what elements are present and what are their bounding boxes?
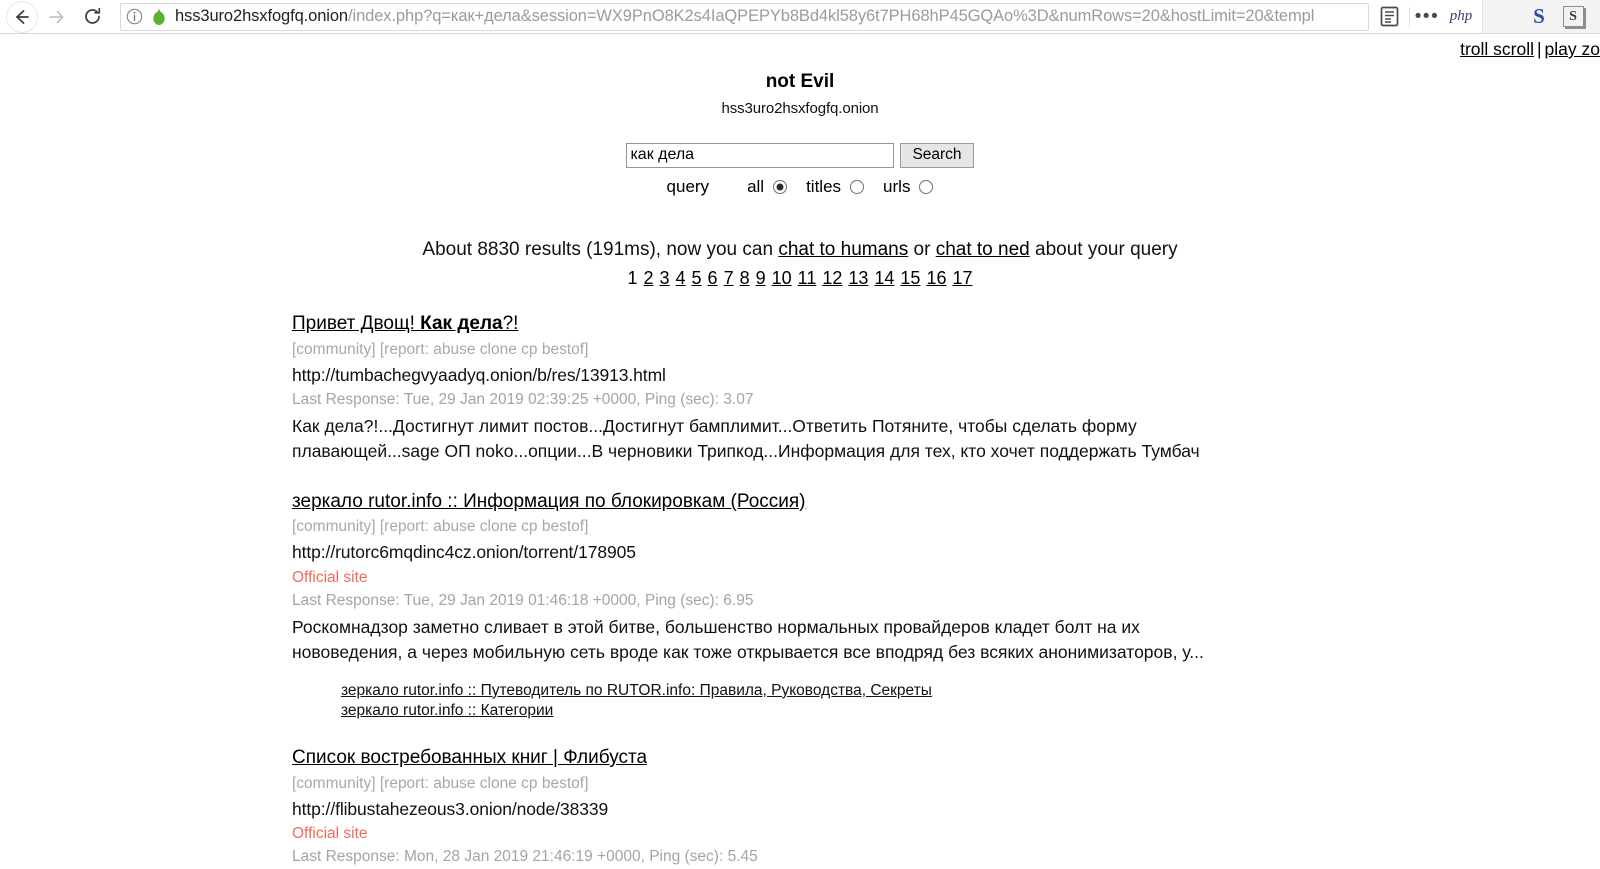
- result-spacer: [292, 479, 1590, 489]
- url-host: hss3uro2hsxfogfq.onion: [175, 7, 349, 25]
- result-sublinks: зеркало rutor.info :: Путеводитель по RU…: [292, 681, 1590, 721]
- reader-view-button[interactable]: [1369, 0, 1409, 33]
- url-text: hss3uro2hsxfogfq.onion/index.php?q=как+д…: [171, 7, 1368, 26]
- site-header: not Evil hss3uro2hsxfogfq.onion: [0, 34, 1600, 117]
- skype-s-icon: S: [1533, 4, 1545, 28]
- result-title-link[interactable]: Привет Двощ! Как дела?!: [292, 311, 518, 337]
- onion-site-icon: [147, 7, 171, 27]
- radio-urls[interactable]: [919, 179, 934, 194]
- onion-glyph: [153, 8, 165, 25]
- page-title: not Evil: [765, 71, 835, 92]
- troll-scroll-link[interactable]: troll scroll: [1460, 39, 1534, 59]
- result-tags[interactable]: [community] [report: abuse clone cp best…: [292, 338, 1590, 362]
- reload-button[interactable]: [74, 2, 110, 32]
- result-official-badge: Official site: [292, 825, 368, 843]
- search-row: Search: [626, 142, 974, 168]
- browser-toolbar: hss3uro2hsxfogfq.onion/index.php?q=как+д…: [0, 0, 1600, 33]
- search-result: Список востребованных книг | Флибуста [co…: [292, 745, 1590, 869]
- result-spacer: [292, 735, 1590, 745]
- forward-button[interactable]: [38, 2, 74, 32]
- query-label: query: [666, 176, 710, 196]
- result-snippet: Как дела?!...Достигнут лимит постов...До…: [292, 415, 1200, 462]
- result-meta: Last Response: Tue, 29 Jan 2019 02:39:25…: [292, 390, 754, 408]
- url-bar[interactable]: hss3uro2hsxfogfq.onion/index.php?q=как+д…: [120, 2, 1369, 31]
- pagination-page-4[interactable]: 4: [676, 268, 686, 288]
- overflow-menu-button[interactable]: •••: [1410, 0, 1444, 33]
- extension-second-button[interactable]: S: [1556, 0, 1590, 33]
- top-right-links: troll scroll | play zo: [1460, 39, 1600, 60]
- pagination-page-10[interactable]: 10: [772, 268, 792, 288]
- php-icon: php: [1449, 8, 1473, 24]
- option-label-all: all: [747, 176, 765, 196]
- result-sublink[interactable]: зеркало rutor.info :: Путеводитель по RU…: [341, 681, 1590, 701]
- pagination-page-15[interactable]: 15: [900, 268, 920, 288]
- result-meta: Last Response: Tue, 29 Jan 2019 01:46:18…: [292, 591, 754, 609]
- pagination-current: 1: [627, 267, 638, 288]
- results-summary-suffix: about your query: [1029, 238, 1178, 260]
- pagination-page-7[interactable]: 7: [724, 268, 734, 288]
- results-summary: About 8830 results (191ms), now you can …: [0, 239, 1600, 261]
- pagination-page-11[interactable]: 11: [798, 268, 817, 288]
- result-url[interactable]: http://rutorc6mqdinc4cz.onion/torrent/17…: [292, 540, 1590, 565]
- search-input[interactable]: [626, 142, 895, 168]
- option-label-titles: titles: [806, 176, 842, 196]
- reload-icon: [84, 7, 100, 24]
- chat-to-ned-link[interactable]: chat to ned: [936, 239, 1030, 260]
- site-onion-address: hss3uro2hsxfogfq.onion: [721, 99, 879, 117]
- page-content: troll scroll | play zo not Evil hss3uro2hs…: [0, 34, 1600, 869]
- chat-to-humans-link[interactable]: chat to humans: [778, 239, 908, 260]
- second-s-icon: S: [1562, 6, 1584, 27]
- results-list: Привет Двощ! Как дела?! [community] [repo…: [0, 311, 1600, 869]
- reader-view-icon: [1380, 6, 1398, 27]
- pagination-page-3[interactable]: 3: [660, 268, 670, 288]
- radio-all[interactable]: [773, 179, 788, 194]
- result-meta: Last Response: Mon, 28 Jan 2019 21:46:19…: [292, 848, 758, 866]
- pagination-page-2[interactable]: 2: [643, 268, 653, 288]
- pagination-page-5[interactable]: 5: [692, 268, 702, 288]
- play-zork-link[interactable]: play zo: [1545, 39, 1600, 59]
- result-url[interactable]: http://tumbachegvyaadyq.onion/b/res/1391…: [292, 363, 1590, 388]
- search-button[interactable]: Search: [900, 142, 974, 168]
- result-title-link[interactable]: Список востребованных книг | Флибуста: [292, 745, 647, 771]
- result-official-badge: Official site: [292, 568, 368, 586]
- result-tags[interactable]: [community] [report: abuse clone cp best…: [292, 515, 1590, 539]
- result-url[interactable]: http://flibustahezeous3.onion/node/38339: [292, 797, 1590, 822]
- pagination-page-13[interactable]: 13: [848, 268, 868, 288]
- search-scope-options: query all titles urls: [0, 177, 1600, 197]
- link-separator: |: [1537, 39, 1542, 59]
- option-label-urls: urls: [883, 176, 911, 196]
- search-result: Привет Двощ! Как дела?! [community] [repo…: [292, 311, 1590, 465]
- search-result: зеркало rutor.info :: Информация по блок…: [292, 489, 1590, 721]
- overflow-menu-icon: •••: [1414, 5, 1440, 27]
- info-circle-icon[interactable]: [121, 8, 147, 25]
- search-area: Search query all titles urls: [0, 142, 1600, 197]
- pagination-page-14[interactable]: 14: [874, 268, 894, 288]
- forward-arrow-icon: [49, 10, 64, 23]
- pagination: 1 2 3 4 5 6 7 8 9 10 11 12 13 14 15 16 17: [0, 268, 1600, 289]
- pagination-page-12[interactable]: 12: [822, 268, 842, 288]
- result-tags[interactable]: [community] [report: abuse clone cp best…: [292, 772, 1590, 796]
- php-extension-button[interactable]: php: [1444, 0, 1478, 33]
- back-arrow-icon: [16, 9, 29, 24]
- info-circle-glyph: [126, 8, 142, 25]
- result-snippet: Роскомнадзор заметно сливает в этой битв…: [292, 616, 1204, 663]
- radio-titles[interactable]: [850, 179, 865, 194]
- toolbar-actions: ••• php S S: [1369, 0, 1600, 33]
- back-button[interactable]: [6, 0, 38, 33]
- url-path: /index.php?q=как+дела&session=WX9PnO8K2s…: [348, 7, 1315, 25]
- result-title-link[interactable]: зеркало rutor.info :: Информация по блок…: [292, 489, 806, 515]
- pagination-page-17[interactable]: 17: [952, 268, 972, 288]
- pagination-page-9[interactable]: 9: [756, 268, 766, 288]
- extension-skype-button[interactable]: S: [1522, 0, 1556, 33]
- result-title-highlight: Как дела: [420, 312, 503, 334]
- results-summary-prefix: About 8830 results (191ms), now you can: [422, 238, 779, 260]
- results-summary-middle: or: [908, 238, 936, 260]
- pagination-page-16[interactable]: 16: [926, 268, 946, 288]
- result-sublink[interactable]: зеркало rutor.info :: Категории: [341, 701, 1590, 721]
- pagination-page-8[interactable]: 8: [740, 268, 750, 288]
- pagination-page-6[interactable]: 6: [708, 268, 718, 288]
